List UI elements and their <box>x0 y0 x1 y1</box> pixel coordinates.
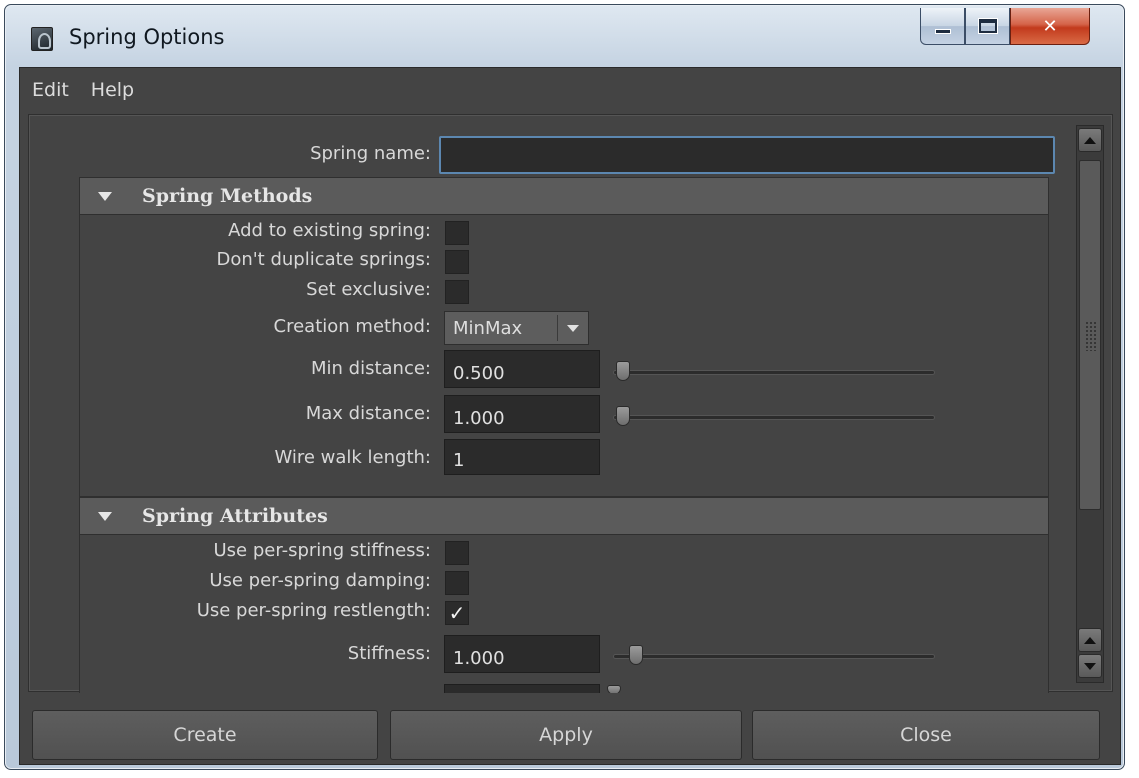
dropdown-separator <box>557 315 558 341</box>
section-title-spring-methods: Spring Methods <box>142 185 313 207</box>
minimize-icon <box>934 28 951 34</box>
max-distance-label: Max distance: <box>305 403 431 424</box>
add-existing-checkbox[interactable] <box>445 221 469 245</box>
options-panel: Spring name: Spring Methods Add to exist… <box>28 114 1113 693</box>
create-button[interactable]: Create <box>32 710 378 760</box>
per-stiffness-checkbox[interactable] <box>445 541 469 565</box>
section-title-spring-attributes: Spring Attributes <box>142 505 328 527</box>
set-exclusive-label: Set exclusive: <box>306 279 431 300</box>
max-distance-slider-track[interactable] <box>613 415 935 420</box>
per-stiffness-label: Use per-spring stiffness: <box>213 540 432 561</box>
creation-method-label: Creation method: <box>273 316 431 337</box>
scroll-down-button[interactable] <box>1078 654 1102 678</box>
vertical-scrollbar[interactable] <box>1076 125 1104 683</box>
menu-edit[interactable]: Edit <box>32 79 69 101</box>
menu-help[interactable]: Help <box>91 79 134 101</box>
creation-method-dropdown[interactable]: MinMax <box>444 311 589 345</box>
min-distance-input[interactable]: 0.500 <box>444 350 600 388</box>
wire-walk-label: Wire walk length: <box>274 447 431 468</box>
section-header-spring-attributes[interactable]: Spring Attributes <box>79 497 1049 535</box>
chevron-down-icon <box>567 325 579 332</box>
stiffness-label: Stiffness: <box>347 643 431 664</box>
maximize-icon <box>977 18 998 34</box>
max-distance-input[interactable]: 1.000 <box>444 395 600 433</box>
close-icon: ✕ <box>1042 15 1058 37</box>
scroll-up-icon <box>1084 136 1096 144</box>
stiffness-slider-handle[interactable] <box>629 645 643 665</box>
damping-input-partial[interactable] <box>444 684 600 693</box>
scroll-down-icon <box>1084 662 1096 670</box>
checkmark-icon: ✓ <box>448 601 466 625</box>
min-distance-slider-handle[interactable] <box>616 361 630 381</box>
spring-name-label: Spring name: <box>310 143 431 164</box>
per-damping-checkbox[interactable] <box>445 571 469 595</box>
min-distance-slider-track[interactable] <box>613 370 935 375</box>
max-distance-slider-handle[interactable] <box>616 406 630 426</box>
creation-method-value: MinMax <box>453 317 523 339</box>
min-distance-label: Min distance: <box>311 358 431 379</box>
close-window-button[interactable]: ✕ <box>1010 8 1090 45</box>
scroll-up-button[interactable] <box>1078 128 1102 152</box>
grip-icon <box>1085 321 1097 351</box>
menu-bar: Edit Help <box>20 68 1120 112</box>
scroll-up-button-lower[interactable] <box>1078 628 1102 652</box>
close-button[interactable]: Close <box>752 710 1100 760</box>
no-duplicate-label: Don't duplicate springs: <box>216 249 431 270</box>
minimize-button[interactable] <box>920 8 965 45</box>
apply-button[interactable]: Apply <box>390 710 742 760</box>
maximize-button[interactable] <box>965 8 1010 45</box>
stiffness-slider-track[interactable] <box>613 654 935 659</box>
per-restlength-checkbox[interactable]: ✓ <box>445 601 469 625</box>
section-header-spring-methods[interactable]: Spring Methods <box>79 177 1049 215</box>
spring-name-input[interactable] <box>439 136 1055 174</box>
set-exclusive-checkbox[interactable] <box>445 280 469 304</box>
options-scroll-area: Spring name: Spring Methods Add to exist… <box>41 125 1073 693</box>
spring-options-window: Spring Options ✕ Edit Help Spring name: … <box>4 4 1125 770</box>
per-restlength-label: Use per-spring restlength: <box>196 600 431 621</box>
collapse-arrow-icon <box>98 511 112 521</box>
no-duplicate-checkbox[interactable] <box>445 250 469 274</box>
dialog-client-area: Edit Help Spring name: Spring Methods Ad… <box>19 67 1121 765</box>
damping-slider-handle-partial[interactable] <box>607 685 621 693</box>
scrollbar-thumb[interactable] <box>1079 160 1101 510</box>
add-existing-label: Add to existing spring: <box>228 220 431 241</box>
per-damping-label: Use per-spring damping: <box>209 570 431 591</box>
collapse-arrow-icon <box>98 191 112 201</box>
window-title: Spring Options <box>69 25 225 49</box>
scroll-up-icon <box>1084 636 1096 644</box>
stiffness-input[interactable]: 1.000 <box>444 635 600 673</box>
title-bar[interactable]: Spring Options ✕ <box>5 5 1124 67</box>
maya-app-icon <box>31 27 53 51</box>
wire-walk-input[interactable]: 1 <box>444 439 600 475</box>
